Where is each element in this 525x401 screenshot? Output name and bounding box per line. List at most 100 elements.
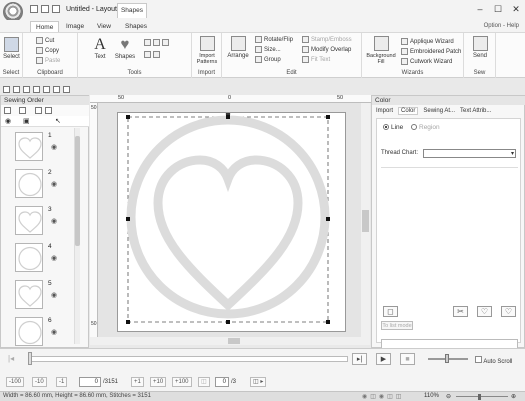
zoom-slider-thumb[interactable]	[478, 394, 481, 400]
resize-handle[interactable]	[126, 217, 130, 221]
resize-handle[interactable]	[226, 115, 230, 119]
maximize-button[interactable]: ☐	[492, 3, 504, 15]
view-mode-icons[interactable]: ◉◫◉◫◫	[362, 393, 404, 400]
step-forward-10-button[interactable]: +10	[150, 377, 167, 387]
step-back-10-button[interactable]: -10	[32, 377, 47, 387]
speed-slider-thumb[interactable]	[445, 354, 449, 363]
new-icon[interactable]	[3, 86, 10, 93]
canvas-vertical-scrollbar-thumb[interactable]	[362, 210, 369, 232]
resize-handle[interactable]	[126, 320, 130, 324]
rotate-flip-button[interactable]: Rotate/Flip	[255, 36, 293, 43]
left-scrollbar-thumb[interactable]	[75, 136, 80, 246]
tab-import[interactable]: Import	[376, 108, 393, 114]
undo-icon[interactable]	[33, 86, 40, 93]
help-links[interactable]: Option - Help	[484, 23, 519, 29]
visibility-eye-icon[interactable]: ◉	[51, 291, 57, 299]
color-position-field[interactable]: 0	[215, 377, 229, 387]
app-menu-button[interactable]	[3, 2, 23, 22]
sewing-order-item[interactable]	[15, 243, 43, 272]
playback-slider-thumb[interactable]	[28, 352, 32, 365]
zoom-out-icon[interactable]: ⊖	[446, 393, 451, 400]
visibility-eye-icon[interactable]: ◉	[51, 217, 57, 225]
minimize-button[interactable]: –	[474, 3, 486, 15]
visibility-eye-icon[interactable]: ◉	[51, 328, 57, 336]
tab-color[interactable]: Color	[398, 107, 419, 115]
tab-shapes[interactable]: Shapes	[120, 21, 152, 32]
save-icon[interactable]	[30, 5, 38, 13]
canvas-horizontal-scrollbar-thumb[interactable]	[228, 338, 240, 344]
copy-button[interactable]: Copy	[36, 47, 59, 54]
embroidered-patch-button[interactable]: Embroidered Patch	[401, 48, 461, 55]
zoom-tools[interactable]	[144, 39, 169, 46]
visibility-eye-icon[interactable]: ◉	[51, 254, 57, 262]
size-button[interactable]: Size...	[255, 46, 281, 53]
resize-handle[interactable]	[126, 115, 130, 119]
visibility-eye-icon[interactable]: ◉	[51, 143, 57, 151]
arrange-button[interactable]: Arrange	[226, 36, 250, 59]
playback-slider[interactable]	[28, 356, 348, 362]
palette-icon[interactable]: ◻	[383, 306, 398, 317]
shapes-button[interactable]: ♥ Shapes	[114, 36, 136, 60]
region-radio[interactable]: Region	[411, 124, 440, 131]
visibility-eye-icon[interactable]: ◉	[51, 180, 57, 188]
tab-image[interactable]: Image	[61, 21, 89, 32]
resize-handle[interactable]	[326, 217, 330, 221]
tab-home[interactable]: Home	[30, 21, 60, 32]
applique-wizard-button[interactable]: Applique Wizard	[401, 38, 454, 45]
tab-sewing-attributes[interactable]: Sewing At...	[423, 108, 455, 114]
sewing-order-item[interactable]	[15, 132, 43, 161]
redo-icon[interactable]	[52, 5, 60, 13]
grid-view-icon[interactable]	[35, 107, 42, 114]
tab-view[interactable]: View	[92, 21, 116, 32]
redo-icon[interactable]	[43, 86, 50, 93]
send-button[interactable]: Send	[469, 36, 491, 59]
preview-icon[interactable]	[53, 86, 60, 93]
eye-icon[interactable]: ◉	[5, 117, 11, 125]
resize-handle[interactable]	[326, 115, 330, 119]
undo-icon[interactable]	[41, 5, 49, 13]
resize-handle[interactable]	[226, 320, 230, 324]
close-button[interactable]: ✕	[510, 3, 522, 15]
hand-tools[interactable]	[144, 51, 160, 58]
tab-text-attributes[interactable]: Text Attrib...	[460, 108, 491, 114]
resize-handle[interactable]	[326, 320, 330, 324]
to-list-mode-button[interactable]: To list mode	[381, 321, 413, 330]
step-back-100-button[interactable]: -100	[6, 377, 25, 387]
import-patterns-button[interactable]: Import Patterns	[194, 36, 220, 65]
heart-outline-icon[interactable]: ♡	[477, 306, 492, 317]
line-radio[interactable]: Line	[383, 124, 403, 131]
sewing-order-item[interactable]	[15, 206, 43, 235]
thread-chart-select[interactable]: ▾	[423, 149, 516, 158]
hoop-area[interactable]	[117, 111, 347, 333]
text-button[interactable]: A Text	[90, 36, 110, 60]
modify-overlap-button[interactable]: Modify Overlap	[302, 46, 351, 53]
cutwork-wizard-button[interactable]: Cutwork Wizard	[401, 58, 452, 65]
heart-fill-icon[interactable]: ♡	[501, 306, 516, 317]
step-forward-100-button[interactable]: +100	[172, 377, 192, 387]
background-fill-button[interactable]: Background Fill	[365, 36, 397, 65]
color-sort-icon[interactable]	[19, 107, 26, 114]
step-back-1-button[interactable]: -1	[56, 377, 68, 387]
play-button[interactable]: ▶	[376, 353, 391, 365]
next-color-icon[interactable]: ◫ ▸	[250, 377, 267, 387]
cut-button[interactable]: Cut	[36, 37, 54, 44]
sewing-order-item[interactable]	[15, 169, 43, 198]
stitch-position-field[interactable]: 0	[79, 377, 101, 387]
sewing-order-item[interactable]	[15, 317, 43, 346]
group-button[interactable]: Group	[255, 56, 281, 63]
fit-text-button[interactable]: Fit Text	[302, 56, 330, 63]
zoom-in-icon[interactable]: ⊕	[511, 393, 516, 400]
paste-button[interactable]: Paste	[36, 57, 60, 64]
prev-color-icon[interactable]: ◫	[198, 377, 210, 387]
cursor-icon[interactable]: ↖	[55, 117, 61, 125]
open-icon[interactable]	[13, 86, 20, 93]
sort-icon[interactable]	[4, 107, 11, 114]
step-forward-1-button[interactable]: +1	[131, 377, 144, 387]
context-tab-shapes[interactable]: Shapes	[117, 3, 147, 18]
skip-end-button[interactable]: ▸|	[352, 353, 367, 365]
remove-color-icon[interactable]: ✂	[453, 306, 468, 317]
embroidery-design[interactable]	[118, 111, 347, 333]
help-icon[interactable]	[63, 86, 70, 93]
lock-icon[interactable]: ▣	[23, 117, 30, 125]
rewind-icon[interactable]: |◂	[8, 354, 14, 363]
